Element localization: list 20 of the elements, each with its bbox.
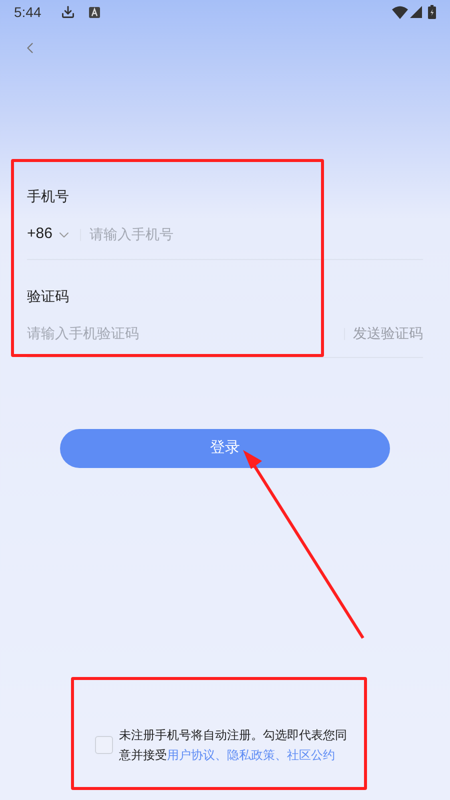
agreement-link[interactable]: 隐私政策 bbox=[227, 748, 275, 762]
separator: 、 bbox=[275, 748, 287, 762]
wifi-icon bbox=[392, 6, 408, 18]
signal-icon bbox=[410, 6, 422, 18]
country-code-selector[interactable]: +86 bbox=[27, 223, 72, 246]
phone-input[interactable]: 请输入手机号 bbox=[89, 224, 423, 245]
code-input[interactable]: 请输入手机验证码 bbox=[27, 323, 344, 344]
battery-icon bbox=[428, 5, 436, 19]
agreement-link[interactable]: 用户协议 bbox=[167, 748, 215, 762]
phone-label: 手机号 bbox=[27, 187, 70, 206]
download-icon bbox=[61, 5, 76, 19]
login-button[interactable]: 登录 bbox=[60, 429, 390, 468]
agreement-text: 未注册手机号将自动注册。勾选即代表您同意并接受用户协议、隐私政策、社区公约 bbox=[119, 727, 348, 764]
status-time: 5:44 bbox=[14, 2, 42, 22]
agreement-checkbox[interactable] bbox=[95, 736, 113, 754]
keyboard-app-icon bbox=[89, 6, 100, 18]
agreement-link[interactable]: 社区公约 bbox=[287, 748, 335, 762]
send-code-button[interactable]: 发送验证码 bbox=[353, 323, 423, 344]
code-label: 验证码 bbox=[27, 287, 70, 306]
separator: 、 bbox=[215, 748, 227, 762]
